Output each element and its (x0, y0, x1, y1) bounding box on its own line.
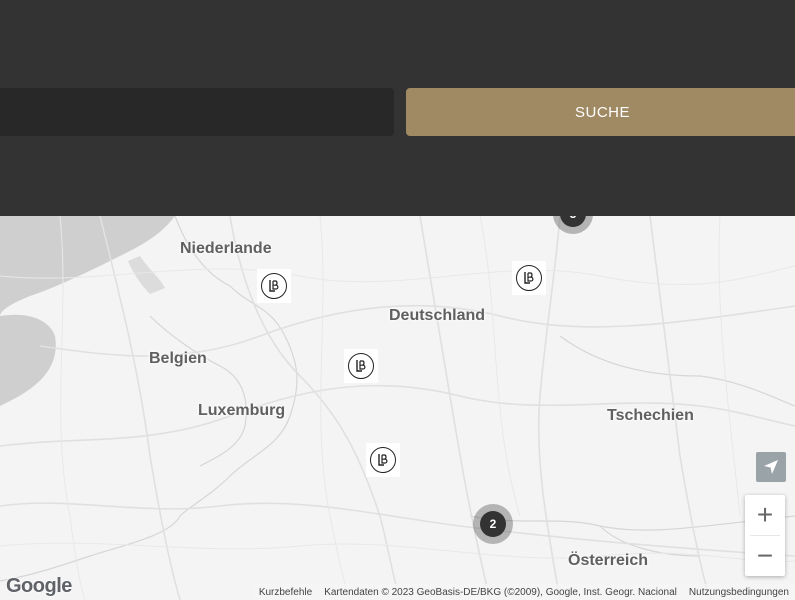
cluster-count: 3 (560, 216, 586, 227)
map-cluster[interactable]: 2 (473, 504, 513, 544)
country-label-niederlande: Niederlande (180, 240, 272, 257)
country-label-deutschland: Deutschland (389, 307, 486, 324)
country-label-luxemburg: Luxemburg (198, 402, 286, 419)
cluster-count: 2 (480, 511, 506, 537)
location-marker[interactable] (344, 349, 378, 383)
keyboard-shortcuts-link[interactable]: Kurzbefehle (259, 587, 312, 598)
zoom-control: + − (745, 495, 785, 576)
terms-link[interactable]: Nutzungsbedingungen (689, 587, 789, 598)
search-button[interactable]: SUCHE (406, 88, 795, 136)
search-input[interactable] (0, 88, 394, 136)
lb-logo-icon (348, 353, 374, 379)
zoom-in-button[interactable]: + (745, 495, 785, 535)
my-location-button[interactable] (756, 452, 786, 482)
search-panel: SUCHE (0, 0, 795, 216)
navigation-arrow-icon (764, 460, 778, 474)
lb-logo-icon (516, 265, 542, 291)
zoom-out-button[interactable]: − (745, 536, 785, 576)
map-attribution: Kurzbefehle Kartendaten © 2023 GeoBasis-… (252, 584, 795, 600)
location-marker[interactable] (512, 261, 546, 295)
country-label-tschechien: Tschechien (607, 407, 694, 424)
map-data-text: Kartendaten © 2023 GeoBasis-DE/BKG (©200… (324, 586, 677, 598)
country-label-oesterreich: Österreich (568, 552, 649, 569)
location-marker[interactable] (366, 443, 400, 477)
map-view[interactable]: Niederlande Deutschland Belgien Luxembur… (0, 216, 795, 600)
lb-logo-icon (370, 447, 396, 473)
country-label-belgien: Belgien (149, 350, 207, 367)
google-logo[interactable]: Google (6, 575, 72, 598)
lb-logo-icon (261, 273, 287, 299)
location-marker[interactable] (257, 269, 291, 303)
